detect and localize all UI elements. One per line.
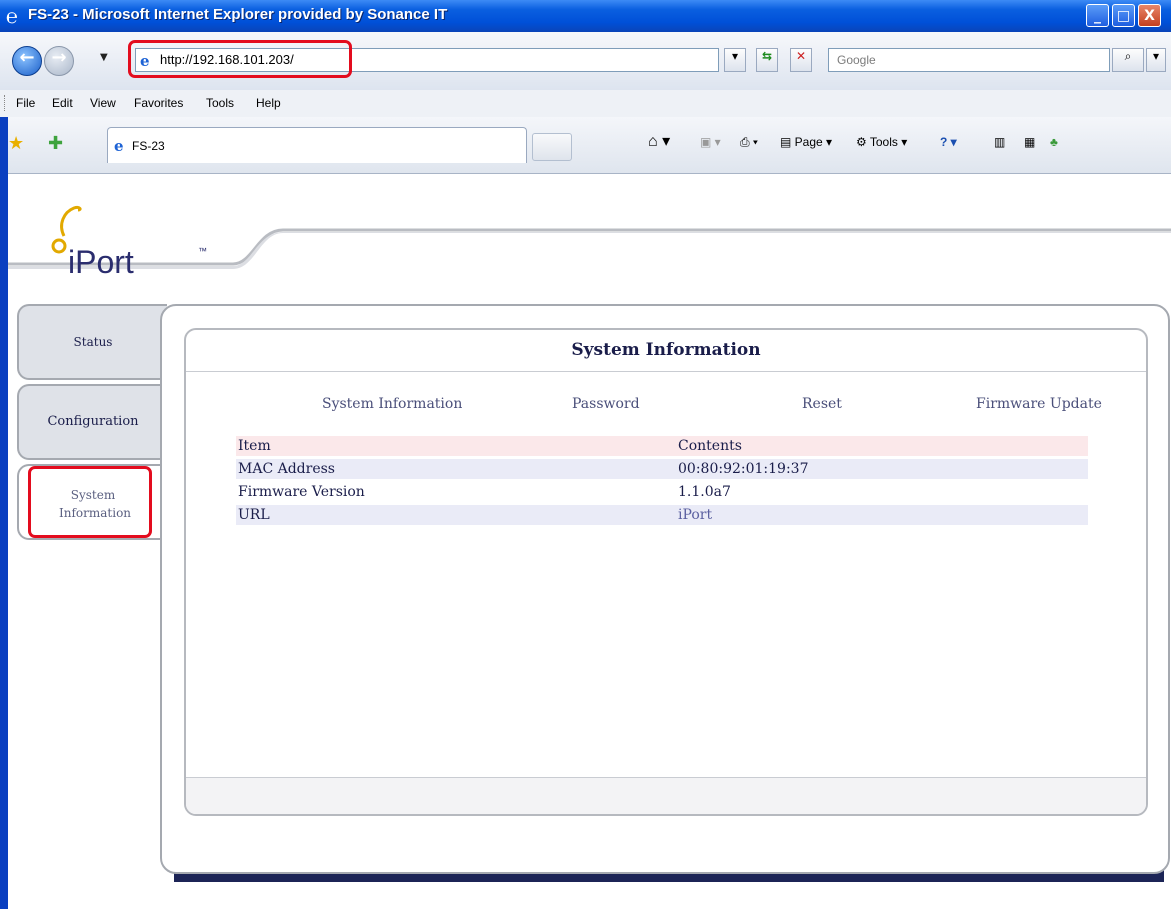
link-password[interactable]: Password [572, 396, 640, 412]
toolbar-grip [4, 95, 7, 111]
table-header-contents: Contents [678, 438, 742, 454]
iport-logo-text: iPort [68, 244, 134, 280]
panel-title: System Information [571, 340, 761, 360]
stop-icon[interactable]: ✕ [790, 48, 812, 72]
address-highlight [128, 40, 352, 78]
main-panel: System Information System Information Pa… [160, 304, 1170, 874]
menu-help[interactable]: Help [256, 96, 281, 110]
tab-page-icon: e [114, 137, 124, 155]
table-cell-item: MAC Address [238, 461, 335, 477]
title-bar: ℮ FS-23 - Microsoft Internet Explorer pr… [0, 0, 1171, 32]
table-row: Firmware Version 1.1.0a7 [236, 482, 1088, 502]
table-row: URL iPort [236, 505, 1088, 525]
help-icon[interactable]: ? ▾ [940, 135, 957, 149]
side-tab-configuration[interactable]: Configuration [17, 384, 167, 460]
print-icon[interactable]: ⎙ ▾ [740, 135, 758, 150]
favorites-star-icon[interactable]: ★ [8, 133, 24, 154]
tools-menu[interactable]: ⚙ Tools ▾ [856, 135, 907, 149]
table-cell-contents: 00:80:92:01:19:37 [678, 461, 809, 477]
refresh-icon[interactable]: ⇆ [756, 48, 778, 72]
table-row: MAC Address 00:80:92:01:19:37 [236, 459, 1088, 479]
search-options-icon[interactable]: ▾ [1146, 48, 1166, 72]
home-icon[interactable]: ⌂ ▾ [648, 131, 670, 151]
table-cell-item: Firmware Version [238, 484, 365, 500]
addons-icon[interactable]: ♣ [1050, 135, 1058, 149]
add-favorites-icon[interactable]: ✚ [48, 133, 63, 154]
menu-file[interactable]: File [16, 96, 35, 110]
page-menu[interactable]: ▤ Page ▾ [780, 135, 832, 149]
page-content: iPort ™ Status Configuration System Info… [8, 174, 1171, 909]
panel-footer [186, 777, 1146, 814]
research-icon[interactable]: ▥ [994, 135, 1005, 149]
back-button[interactable]: ← [12, 46, 42, 76]
panel-header: System Information [186, 330, 1146, 372]
new-tab-button[interactable] [532, 133, 572, 161]
tab-bar: ★ ✚ e FS-23 ⌂ ▾ ▣ ▾ ⎙ ▾ ▤ Page ▾ ⚙ Tools… [0, 117, 1171, 174]
side-tab-status[interactable]: Status [17, 304, 167, 380]
window-left-border [0, 117, 8, 909]
tab-fs23[interactable]: e FS-23 [107, 127, 527, 163]
system-info-box: System Information System Information Pa… [184, 328, 1148, 816]
link-reset[interactable]: Reset [802, 396, 842, 412]
table-header-row: Item Contents [236, 436, 1088, 456]
search-icon[interactable]: ⌕ [1112, 48, 1144, 72]
search-input[interactable]: Google [828, 48, 1110, 72]
menu-favorites[interactable]: Favorites [134, 96, 183, 110]
table-cell-contents: 1.1.0a7 [678, 484, 731, 500]
tab-label: FS-23 [132, 139, 165, 153]
table-cell-item: URL [238, 507, 270, 523]
minimize-button[interactable]: _ [1086, 4, 1109, 27]
link-system-information[interactable]: System Information [322, 396, 462, 412]
table-header-item: Item [238, 438, 271, 454]
maximize-button[interactable]: □ [1112, 4, 1135, 27]
iport-logo-mark: ™ [198, 246, 207, 256]
menu-tools[interactable]: Tools [206, 96, 234, 110]
tools-menu-label: Tools [869, 135, 898, 149]
ie-logo-icon: ℮ [6, 4, 19, 28]
address-dropdown-icon[interactable]: ▾ [724, 48, 746, 72]
menu-edit[interactable]: Edit [52, 96, 73, 110]
search-placeholder: Google [837, 53, 876, 67]
url-link[interactable]: iPort [678, 507, 712, 523]
menu-view[interactable]: View [90, 96, 116, 110]
menu-bar: File Edit View Favorites Tools Help [0, 90, 1171, 118]
address-toolbar: ← → ▼ e http://192.168.101.203/ ▾ ⇆ ✕ Go… [0, 32, 1171, 91]
page-menu-label: Page [794, 135, 823, 149]
side-tab-highlight [28, 466, 152, 538]
close-button[interactable]: X [1138, 4, 1161, 27]
header-band [8, 228, 1171, 269]
feeds-icon[interactable]: ▣ ▾ [700, 135, 721, 149]
messenger-icon[interactable]: ▦ [1024, 135, 1035, 149]
forward-button[interactable]: → [44, 46, 74, 76]
history-dropdown-icon[interactable]: ▼ [100, 52, 108, 63]
link-firmware-update[interactable]: Firmware Update [976, 396, 1102, 412]
window-title: FS-23 - Microsoft Internet Explorer prov… [28, 6, 448, 23]
